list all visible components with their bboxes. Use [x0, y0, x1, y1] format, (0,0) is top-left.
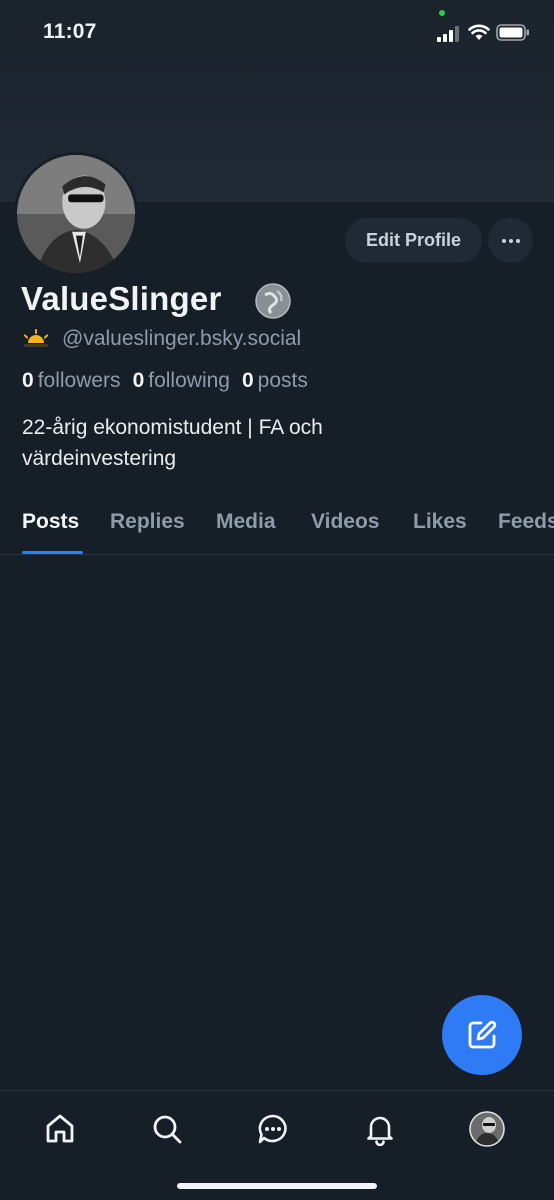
handle-row: @valueslinger.bsky.social [22, 327, 301, 351]
ellipsis-icon [501, 238, 506, 243]
nav-home[interactable] [42, 1111, 78, 1147]
profile-handle: @valueslinger.bsky.social [62, 327, 302, 350]
compose-icon [468, 1020, 497, 1049]
status-time: 11:07 [43, 20, 97, 43]
sunrise-emoji-icon [23, 329, 49, 347]
posts-count: 0 [241, 369, 254, 392]
following-count: 0 [132, 369, 145, 392]
nav-chat[interactable] [255, 1111, 291, 1147]
followers-stat[interactable]: 0 followers [22, 369, 121, 393]
profile-screen: 11:07 Edit Profile ValueSlinger @valuesl… [0, 0, 554, 1200]
active-tab-indicator [22, 551, 83, 554]
tab-media[interactable]: Media [216, 510, 276, 534]
ellipsis-icon [508, 238, 513, 243]
profile-avatar[interactable] [14, 152, 138, 276]
tab-posts[interactable]: Posts [22, 510, 79, 534]
home-indicator[interactable] [177, 1183, 377, 1189]
battery-icon [496, 24, 529, 41]
compose-button[interactable] [442, 995, 522, 1075]
ellipsis-icon [515, 238, 520, 243]
globe-badge-icon [255, 283, 291, 319]
cellular-signal-icon [437, 26, 459, 42]
bell-icon [367, 1116, 393, 1146]
profile-tabs: Posts Replies Media Videos Likes Feeds [0, 500, 554, 555]
wifi-icon [468, 24, 490, 40]
home-icon [46, 1114, 74, 1143]
profile-bio: 22-årig ekonomistudent | FA och värdeinv… [22, 416, 323, 470]
display-name: ValueSlinger [21, 280, 222, 317]
tab-feeds[interactable]: Feeds [498, 510, 554, 534]
search-icon [153, 1115, 182, 1144]
tab-replies[interactable]: Replies [110, 510, 185, 534]
followers-label: followers [37, 369, 121, 392]
following-stat[interactable]: 0 following [133, 369, 230, 393]
profile-stats: 0 followers 0 following 0 posts [22, 369, 320, 393]
followers-count: 0 [22, 369, 34, 392]
tab-videos[interactable]: Videos [311, 510, 379, 534]
posts-stat: 0 posts [242, 369, 308, 393]
tab-likes[interactable]: Likes [413, 510, 467, 534]
more-options-button[interactable] [488, 218, 533, 263]
nav-profile-avatar[interactable] [469, 1111, 505, 1147]
posts-label: posts [257, 369, 308, 392]
nav-search[interactable] [149, 1111, 185, 1147]
chat-icon [258, 1114, 287, 1144]
edit-profile-button[interactable]: Edit Profile [345, 218, 482, 263]
nav-notifications[interactable] [362, 1111, 398, 1147]
following-label: following [148, 369, 230, 392]
camera-indicator-dot [439, 10, 445, 16]
